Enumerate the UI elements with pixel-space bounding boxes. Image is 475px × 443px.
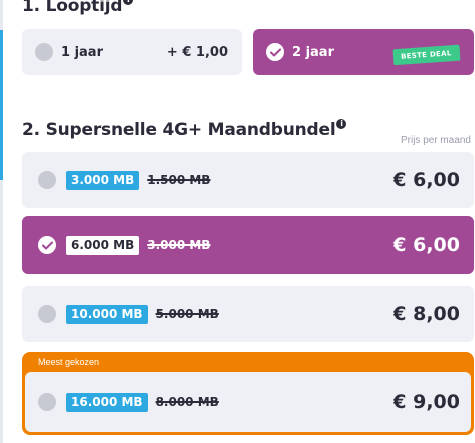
bundle-option-6000[interactable]: 6.000 MB 3.000 MB € 6,00	[22, 216, 474, 274]
mb-badge: 6.000 MB	[66, 235, 140, 255]
section-title-bundel-text: 2. Supersnelle 4G+ Maandbundel	[22, 120, 336, 140]
radio-unchecked-icon[interactable]	[38, 305, 56, 323]
section-title-bundel: 2. Supersnelle 4G+ Maandbundel i	[22, 119, 347, 140]
bundle-price: € 9,00	[393, 391, 460, 413]
mb-badge: 16.000 MB	[66, 392, 148, 412]
term-surcharge: + € 1,00	[166, 44, 228, 60]
radio-unchecked-icon[interactable]	[35, 43, 53, 61]
info-icon[interactable]: i	[123, 0, 134, 5]
mb-badge: 3.000 MB	[66, 170, 140, 190]
left-accent-active	[0, 30, 3, 180]
radio-unchecked-icon[interactable]	[38, 393, 56, 411]
term-option-2-jaar[interactable]: 2 jaar BESTE DEAL	[253, 29, 474, 75]
bundle-option-16000-popular[interactable]: Meest gekozen 16.000 MB 8.000 MB € 9,00	[22, 352, 474, 435]
old-mb-strikethrough: 3.000 MB	[147, 238, 211, 252]
term-label: 2 jaar	[292, 44, 334, 60]
bundle-option-10000[interactable]: 10.000 MB 5.000 MB € 8,00	[22, 286, 474, 342]
term-label: 1 jaar	[61, 44, 103, 60]
left-accent-bar	[0, 0, 3, 443]
bundle-price: € 6,00	[393, 169, 460, 191]
bundle-price: € 6,00	[393, 234, 460, 256]
old-mb-strikethrough: 1.500 MB	[147, 173, 211, 187]
mb-badge: 10.000 MB	[66, 304, 148, 324]
checkmark-icon[interactable]	[266, 43, 284, 61]
best-deal-badge: BESTE DEAL	[392, 44, 461, 66]
price-per-month-note: Prijs per maand	[400, 135, 471, 146]
old-mb-strikethrough: 5.000 MB	[155, 307, 219, 321]
radio-unchecked-icon[interactable]	[38, 171, 56, 189]
most-chosen-label: Meest gekozen	[38, 357, 100, 367]
checkmark-icon[interactable]	[38, 236, 56, 254]
info-icon[interactable]: i	[336, 119, 347, 129]
old-mb-strikethrough: 8.000 MB	[155, 395, 219, 409]
bundle-option-3000[interactable]: 3.000 MB 1.500 MB € 6,00	[22, 152, 474, 208]
bundle-price: € 8,00	[393, 303, 460, 325]
term-option-1-jaar[interactable]: 1 jaar + € 1,00	[22, 29, 242, 75]
section-title-looptijd-text: 1. Looptijd	[22, 0, 123, 16]
section-title-looptijd: 1. Looptijd i	[22, 0, 134, 16]
bundle-option-16000[interactable]: 16.000 MB 8.000 MB € 9,00	[25, 372, 471, 432]
